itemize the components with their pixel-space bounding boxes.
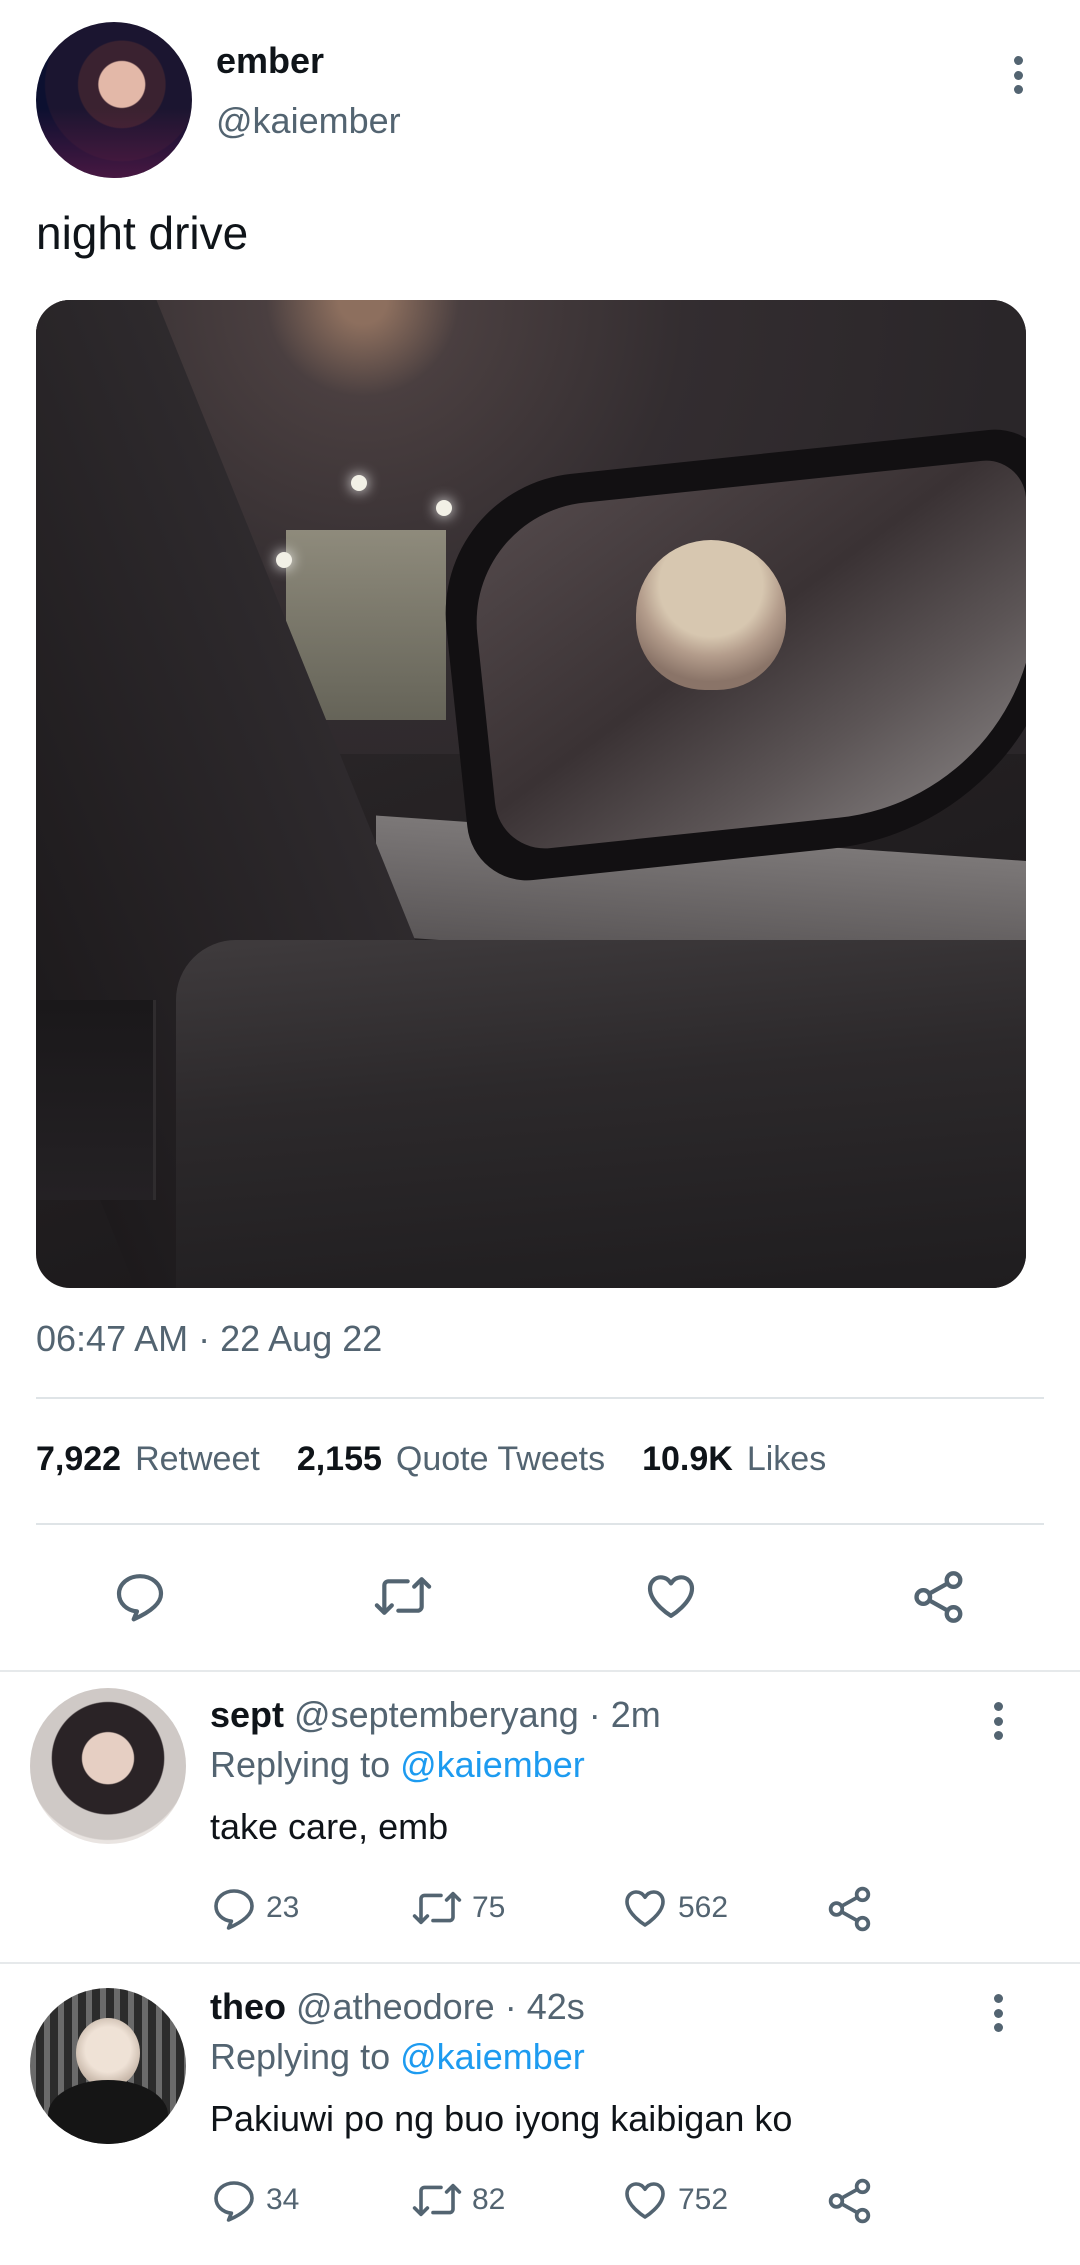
author-display-name[interactable]: ember (216, 40, 324, 82)
share-icon (828, 2178, 871, 2224)
reply-button[interactable]: 23 (210, 1884, 299, 1932)
reply-icon (214, 2181, 254, 2222)
author-handle[interactable]: @kaiember (216, 100, 401, 142)
like-button[interactable]: 562 (620, 1884, 728, 1932)
reply-item[interactable]: sept @septemberyang · 2m Replying to @ka… (0, 1672, 1080, 1962)
replying-to: Replying to @kaiember (210, 2036, 585, 2077)
reply-button[interactable]: 34 (210, 2176, 299, 2224)
reply-item[interactable]: theo @atheodore · 42s Replying to @kaiem… (0, 1964, 1080, 2264)
reply-text: take care, emb (210, 1806, 449, 1847)
more-options-icon[interactable] (983, 1696, 1013, 1746)
tweet-text: night drive (36, 207, 249, 259)
reply-header: sept @septemberyang · 2m (210, 1694, 661, 1736)
divider (36, 1523, 1044, 1525)
replying-to: Replying to @kaiember (210, 1744, 585, 1785)
retweet-count: 75 (472, 1891, 506, 1924)
more-options-icon[interactable] (1003, 50, 1033, 100)
share-button[interactable] (825, 2176, 875, 2226)
reply-avatar[interactable] (30, 1988, 186, 2144)
mention-link[interactable]: @kaiember (400, 2036, 585, 2077)
tweet-photo[interactable] (36, 300, 1026, 1288)
author-avatar[interactable] (36, 22, 192, 178)
share-button[interactable] (910, 1568, 968, 1626)
tweet-stats: 7,922 Retweet 2,155 Quote Tweets 10.9K L… (36, 1440, 826, 1479)
like-icon (647, 1575, 695, 1618)
reply-header: theo @atheodore · 42s (210, 1986, 585, 2028)
like-icon (625, 2182, 665, 2219)
retweet-icon (374, 1577, 432, 1615)
retweet-button[interactable]: 82 (410, 2176, 505, 2224)
tweet-timestamp[interactable]: 06:47 AM · 22 Aug 22 (36, 1318, 382, 1360)
share-icon (914, 1571, 963, 1623)
retweet-button[interactable]: 75 (410, 1884, 505, 1932)
reply-icon (116, 1574, 164, 1622)
reply-author-name[interactable]: theo (210, 1986, 286, 2027)
likes-stat[interactable]: 10.9K Likes (642, 1440, 826, 1479)
like-count: 562 (678, 1891, 729, 1924)
reply-count: 34 (266, 2183, 300, 2216)
like-count: 752 (678, 2183, 729, 2216)
reply-count: 23 (266, 1891, 300, 1924)
reply-button[interactable] (112, 1568, 168, 1624)
more-options-icon[interactable] (983, 1988, 1013, 2038)
retweet-stat[interactable]: 7,922 Retweet (36, 1440, 260, 1479)
retweet-button[interactable] (372, 1568, 434, 1624)
reply-text: Pakiuwi po ng buo iyong kaibigan ko (210, 2098, 793, 2139)
retweet-count: 82 (472, 2183, 506, 2216)
retweet-icon (412, 1891, 462, 1925)
reply-meta: @atheodore · 42s (296, 1986, 585, 2027)
reply-icon (214, 1889, 254, 1930)
reply-author-name[interactable]: sept (210, 1694, 284, 1735)
retweet-icon (412, 2183, 462, 2217)
share-icon (828, 1886, 871, 1932)
like-button[interactable]: 752 (620, 2176, 728, 2224)
quote-tweets-stat[interactable]: 2,155 Quote Tweets (297, 1440, 605, 1479)
share-button[interactable] (825, 1884, 875, 1934)
like-icon (625, 1890, 665, 1927)
like-button[interactable] (642, 1568, 700, 1624)
divider (36, 1397, 1044, 1399)
reply-avatar[interactable] (30, 1688, 186, 1844)
mention-link[interactable]: @kaiember (400, 1744, 585, 1785)
main-tweet: ember @kaiember night drive 06:47 AM · 2… (0, 0, 1080, 1672)
reply-meta: @septemberyang · 2m (294, 1694, 661, 1735)
